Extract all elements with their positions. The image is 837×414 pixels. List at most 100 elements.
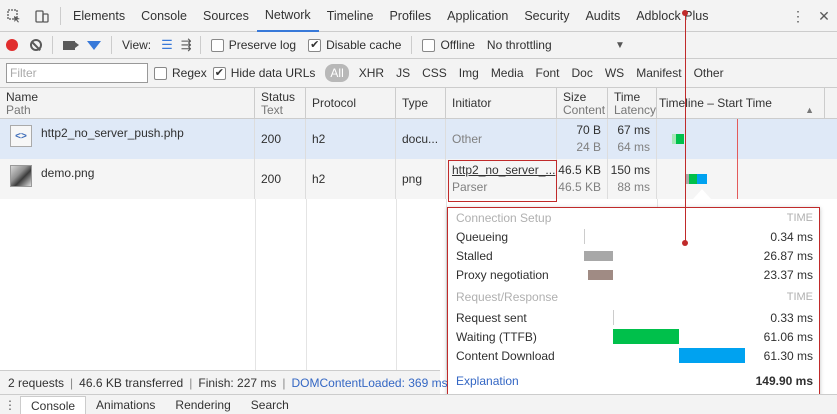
tab-audits[interactable]: Audits: [577, 0, 628, 32]
column-time[interactable]: Time Latency: [608, 88, 657, 119]
transferred-size: 46.6 KB transferred: [79, 375, 184, 390]
throttling-select[interactable]: No throttling ▼: [481, 32, 631, 59]
size-value: 70 B: [576, 123, 601, 137]
tab-application[interactable]: Application: [439, 0, 516, 32]
close-icon[interactable]: ✕: [811, 0, 837, 32]
disable-cache-label: Disable cache: [326, 38, 402, 52]
type-cell: png: [396, 159, 446, 199]
content-value: 24 B: [576, 140, 601, 154]
tab-network[interactable]: Network: [256, 0, 319, 32]
column-timeline[interactable]: Timeline – Start Time ▲: [657, 88, 825, 119]
dropdown-arrow-icon: ▼: [615, 39, 625, 51]
tab-sources[interactable]: Sources: [195, 0, 257, 32]
column-initiator[interactable]: Initiator: [446, 88, 557, 119]
timing-row-proxy: Proxy negotiation 23.37 ms: [456, 265, 816, 284]
overview-icon[interactable]: ⇶: [181, 37, 192, 53]
column-timeline-label: Timeline – Start Time: [659, 96, 772, 110]
large-rows-icon[interactable]: ☰: [161, 37, 173, 53]
filter-type-ws[interactable]: WS: [599, 66, 630, 80]
image-file-icon: [10, 165, 32, 187]
funnel-icon: [87, 40, 101, 50]
filter-type-css[interactable]: CSS: [416, 66, 453, 80]
popover-arrow: [693, 189, 711, 199]
filter-type-font[interactable]: Font: [530, 66, 566, 80]
column-name[interactable]: Name Path: [0, 88, 255, 119]
drawer-menu-icon[interactable]: ⋮: [0, 396, 20, 414]
filter-type-media[interactable]: Media: [485, 66, 530, 80]
explanation-link[interactable]: Explanation: [456, 374, 576, 388]
disable-cache-checkbox[interactable]: Disable cache: [302, 32, 407, 59]
tab-console[interactable]: Console: [133, 0, 195, 32]
timing-value: 61.30 ms: [763, 348, 813, 363]
hide-data-urls-checkbox[interactable]: Hide data URLs: [212, 60, 322, 87]
column-size[interactable]: Size Content: [557, 88, 608, 119]
filter-bar: Regex Hide data URLs All XHR JS CSS Img …: [0, 59, 837, 88]
timing-footer: Explanation 149.90 ms: [456, 371, 816, 390]
column-type[interactable]: Type: [396, 88, 446, 119]
tab-elements[interactable]: Elements: [65, 0, 133, 32]
throttling-value: No throttling: [486, 38, 552, 52]
column-status[interactable]: Status Text: [255, 88, 306, 119]
tab-adblock-plus[interactable]: Adblock Plus: [628, 0, 716, 32]
drawer-tab-rendering[interactable]: Rendering: [165, 396, 240, 414]
timing-row-request-sent: Request sent 0.33 ms: [456, 308, 816, 327]
timing-row-download: Content Download 61.30 ms: [456, 346, 816, 365]
filter-type-xhr[interactable]: XHR: [353, 66, 390, 80]
tab-timeline[interactable]: Timeline: [319, 0, 382, 32]
table-row[interactable]: <> http2_no_server_push.php 200 h2 docu.…: [0, 119, 837, 159]
record-icon: [6, 39, 18, 51]
drawer-tab-search[interactable]: Search: [241, 396, 299, 414]
toolbar-divider: [199, 36, 201, 54]
timing-label: Request sent: [456, 310, 527, 325]
timing-row-stalled: Stalled 26.87 ms: [456, 246, 816, 265]
latency-value: 88 ms: [617, 180, 650, 194]
filter-type-all[interactable]: All: [325, 64, 349, 82]
size-value: 46.5 KB: [558, 163, 601, 177]
preserve-log-checkbox[interactable]: Preserve log: [205, 32, 302, 59]
inspect-element-icon[interactable]: [0, 0, 28, 32]
filter-toggle-button[interactable]: [81, 32, 107, 59]
record-button[interactable]: [0, 32, 24, 59]
filter-type-js[interactable]: JS: [390, 66, 416, 80]
queueing-bar: [584, 229, 585, 244]
drawer-tab-animations[interactable]: Animations: [86, 396, 165, 414]
waterfall-receive-bar: [676, 134, 684, 144]
connection-setup-header: Connection Setup: [456, 210, 552, 225]
device-toolbar-icon[interactable]: [28, 0, 56, 32]
status-cell: 200: [255, 119, 306, 159]
tab-profiles[interactable]: Profiles: [381, 0, 439, 32]
more-menu-icon[interactable]: ⋮: [785, 0, 811, 32]
column-protocol[interactable]: Protocol: [306, 88, 396, 119]
waterfall-ttfb-bar: [689, 174, 697, 184]
offline-checkbox[interactable]: Offline: [416, 32, 480, 59]
name-cell: <> http2_no_server_push.php: [0, 119, 255, 159]
stalled-bar: [584, 251, 613, 261]
tab-security[interactable]: Security: [516, 0, 577, 32]
column-divider: [255, 199, 256, 370]
clear-icon: [30, 39, 42, 51]
timing-value: 26.87 ms: [763, 248, 813, 263]
clear-button[interactable]: [24, 32, 48, 59]
filter-input[interactable]: [6, 63, 148, 83]
screenshot-button[interactable]: [57, 32, 81, 59]
filter-type-img[interactable]: Img: [453, 66, 485, 80]
time-cell: 67 ms 64 ms: [608, 119, 657, 159]
checkbox-icon: [210, 38, 224, 52]
type-cell: docu...: [396, 119, 446, 159]
filter-type-other[interactable]: Other: [688, 66, 730, 80]
annotation-dot: [682, 10, 688, 16]
column-status-sublabel: Text: [261, 103, 284, 117]
drawer-tab-console[interactable]: Console: [20, 396, 87, 414]
table-row[interactable]: demo.png 200 h2 png http2_no_server_... P…: [0, 159, 837, 199]
offline-label: Offline: [440, 38, 475, 52]
regex-checkbox[interactable]: Regex: [148, 60, 213, 87]
timing-row-queueing: Queueing 0.34 ms: [456, 227, 816, 246]
filter-type-manifest[interactable]: Manifest: [630, 66, 687, 80]
timing-label: Stalled: [456, 248, 493, 263]
size-cell: 46.5 KB 46.5 KB: [557, 159, 608, 199]
devtools-tabbar: Elements Console Sources Network Timelin…: [0, 0, 837, 32]
filter-type-doc[interactable]: Doc: [566, 66, 599, 80]
request-count: 2 requests: [8, 375, 65, 390]
view-label: View:: [122, 38, 152, 52]
checkbox-checked-icon: [308, 38, 322, 52]
